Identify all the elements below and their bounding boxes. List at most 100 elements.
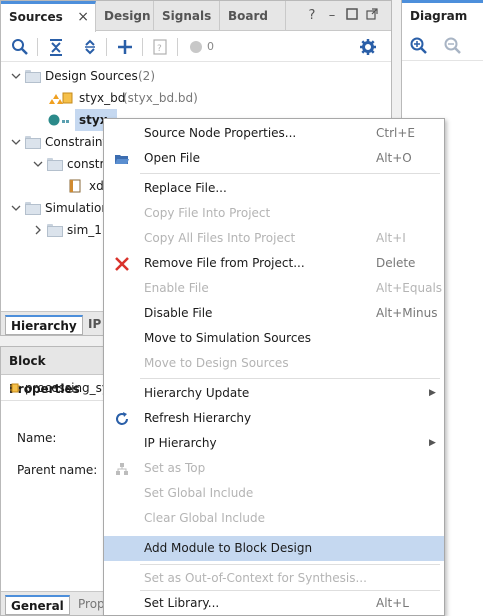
- chevron-down-icon[interactable]: [11, 203, 21, 213]
- menu-item-label: Enable File: [144, 281, 209, 295]
- menu-item-disable-file[interactable]: Disable File Alt+Minus: [104, 301, 444, 326]
- menu-item-label: Set Global Include: [144, 486, 254, 500]
- menu-item-shortcut: Ctrl+E: [376, 126, 415, 140]
- tab-board[interactable]: Board: [220, 1, 286, 31]
- menu-item-shortcut: Alt+L: [376, 596, 409, 610]
- menu-item-set-as-top[interactable]: Set as Top: [104, 456, 444, 481]
- diagram-toolbar: [402, 31, 483, 61]
- menu-item-replace-file[interactable]: Replace File...: [104, 176, 444, 201]
- menu-item-label: Move to Simulation Sources: [144, 331, 312, 345]
- props-bottom-tabs: General Prop: [1, 591, 109, 615]
- block-design-icon: [49, 92, 73, 104]
- menu-item-shortcut: Delete: [376, 256, 416, 270]
- menu-item-ip-hierarchy[interactable]: IP Hierarchy ▶: [104, 431, 444, 456]
- vivado-window: Sources × Design Signals Board ? – ? 0 D…: [0, 0, 483, 616]
- menu-item-hierarchy-update[interactable]: Hierarchy Update ▶: [104, 381, 444, 406]
- menu-item-set-global-include[interactable]: Set Global Include: [104, 481, 444, 506]
- menu-item-label: Disable File: [144, 306, 213, 320]
- tab-signals[interactable]: Signals: [154, 1, 220, 31]
- toolbar-separator: [177, 38, 178, 56]
- menu-item-label: Open File: [144, 151, 200, 165]
- menu-item-label: Add Module to Block Design: [144, 541, 313, 555]
- help-icon[interactable]: ?: [305, 8, 319, 23]
- add-sources-icon[interactable]: [114, 36, 136, 58]
- tree-row-styx-bd[interactable]: styx_bd (styx_bd.bd): [1, 87, 391, 109]
- menu-item-copy-file-into-project[interactable]: Copy File Into Project: [104, 201, 444, 226]
- minimize-icon[interactable]: –: [325, 8, 339, 23]
- svg-text:?: ?: [157, 44, 162, 54]
- tab-general[interactable]: General: [5, 595, 70, 615]
- tab-diagram[interactable]: Diagram: [402, 0, 483, 31]
- menu-item-add-module-to-block-design[interactable]: Add Module to Block Design: [104, 536, 444, 561]
- tree-label: Design Sources: [45, 69, 138, 83]
- sources-tabbar: Sources × Design Signals Board ? –: [1, 1, 391, 32]
- tree-label: Constraint: [45, 135, 108, 149]
- close-icon[interactable]: ×: [77, 4, 89, 31]
- tab-sources-label: Sources: [9, 10, 63, 24]
- status-dot-icon: [185, 36, 207, 58]
- menu-item-label: Set Library...: [144, 596, 220, 610]
- chevron-down-icon[interactable]: [33, 159, 43, 169]
- folder-icon: [47, 158, 63, 171]
- block-properties-panel: Block Properties processing_sy Name: Par…: [0, 346, 110, 616]
- block-properties-title: Block Properties: [1, 347, 109, 396]
- toolbar-separator: [142, 38, 143, 56]
- zoom-out-icon[interactable]: [442, 35, 464, 57]
- tab-hierarchy[interactable]: Hierarchy: [5, 315, 83, 335]
- menu-item-source-node-properties[interactable]: Source Node Properties... Ctrl+E: [104, 121, 444, 146]
- tab-sources[interactable]: Sources ×: [1, 1, 96, 32]
- tree-row-design-sources[interactable]: Design Sources (2): [1, 65, 391, 87]
- tree-label: Simulation: [45, 201, 109, 215]
- name-label: Name:: [17, 431, 57, 445]
- menu-item-move-to-simulation-sources[interactable]: Move to Simulation Sources: [104, 326, 444, 351]
- folder-icon: [25, 70, 41, 83]
- submenu-arrow-icon: ▶: [429, 388, 436, 398]
- menu-item-label: Remove File from Project...: [144, 256, 305, 270]
- context-menu: Source Node Properties... Ctrl+E Open Fi…: [103, 118, 445, 616]
- zoom-in-icon[interactable]: [408, 35, 430, 57]
- open-folder-icon: [115, 155, 129, 164]
- chevron-down-icon[interactable]: [11, 137, 21, 147]
- hierarchy-top-icon: [116, 463, 128, 475]
- status-count: 0: [207, 40, 214, 53]
- gear-icon[interactable]: [357, 36, 379, 58]
- collapse-all-icon[interactable]: [45, 36, 67, 58]
- menu-item-label: Refresh Hierarchy: [144, 411, 252, 425]
- tab-design[interactable]: Design: [96, 1, 154, 31]
- menu-item-copy-all-files-into-project[interactable]: Copy All Files Into Project Alt+I: [104, 226, 444, 251]
- folder-icon: [25, 136, 41, 149]
- menu-item-remove-file[interactable]: Remove File from Project... Delete: [104, 251, 444, 276]
- menu-item-move-to-design-sources[interactable]: Move to Design Sources: [104, 351, 444, 376]
- toolbar-separator: [106, 38, 107, 56]
- menu-item-enable-file[interactable]: Enable File Alt+Equals: [104, 276, 444, 301]
- menu-item-refresh-hierarchy[interactable]: Refresh Hierarchy: [104, 406, 444, 431]
- toolbar-separator: [37, 38, 38, 56]
- tree-label: sim_1: [67, 223, 102, 237]
- menu-item-open-file[interactable]: Open File Alt+O: [104, 146, 444, 171]
- properties-icon[interactable]: ?: [149, 36, 171, 58]
- maximize-icon[interactable]: [345, 8, 359, 24]
- menu-item-label: Clear Global Include: [144, 511, 265, 525]
- menu-item-shortcut: Alt+Equals: [376, 281, 443, 295]
- menu-item-clear-global-include[interactable]: Clear Global Include: [104, 506, 444, 531]
- float-icon[interactable]: [365, 8, 379, 24]
- menu-item-label: Set as Out-of-Context for Synthesis...: [144, 571, 367, 585]
- menu-item-set-out-of-context[interactable]: Set as Out-of-Context for Synthesis...: [104, 566, 444, 591]
- chevron-right-icon[interactable]: [33, 225, 43, 235]
- menu-separator: [140, 173, 440, 174]
- parent-name-label: Parent name:: [17, 463, 98, 477]
- menu-item-label: Hierarchy Update: [144, 386, 250, 400]
- refresh-icon: [116, 412, 128, 425]
- menu-item-set-library[interactable]: Set Library... Alt+L: [104, 591, 444, 616]
- folder-icon: [47, 224, 63, 237]
- menu-item-shortcut: Alt+O: [376, 151, 412, 165]
- menu-item-shortcut: Alt+Minus: [376, 306, 438, 320]
- vhdl-module-icon: [48, 114, 69, 126]
- menu-item-shortcut: Alt+I: [376, 231, 406, 245]
- chevron-down-icon[interactable]: [11, 71, 21, 81]
- expand-all-icon[interactable]: [79, 36, 101, 58]
- menu-item-label: Set as Top: [144, 461, 206, 475]
- search-icon[interactable]: [9, 36, 31, 58]
- block-properties-item[interactable]: processing_sy: [1, 375, 109, 401]
- remove-x-icon: [115, 257, 129, 271]
